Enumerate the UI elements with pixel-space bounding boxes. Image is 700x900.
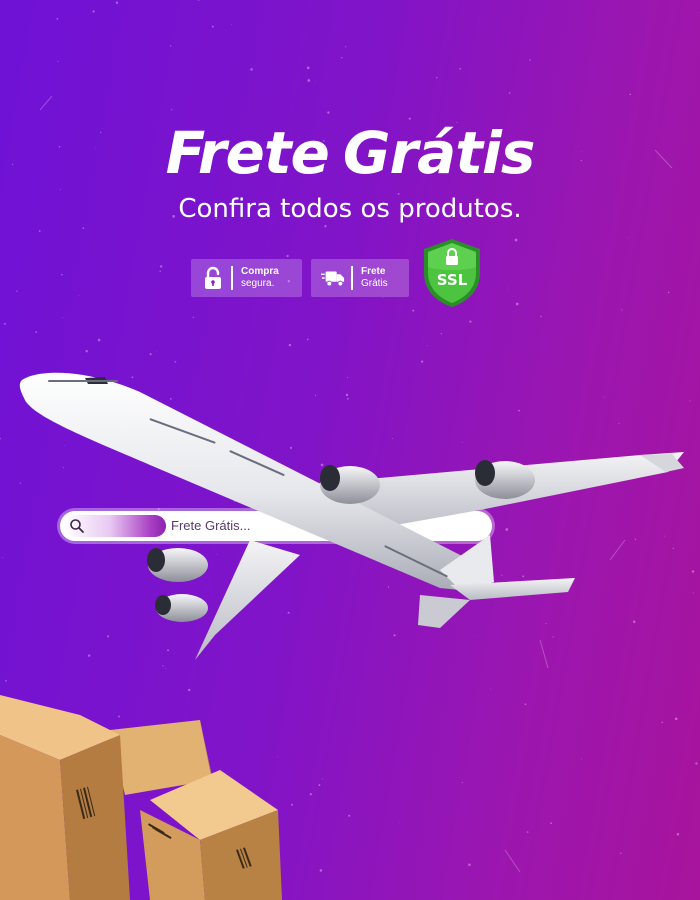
airplane-image bbox=[19, 372, 684, 660]
speckle bbox=[698, 12, 700, 14]
badge-divider bbox=[231, 266, 233, 290]
speckle bbox=[250, 68, 253, 71]
speckle bbox=[318, 784, 321, 787]
speckle bbox=[162, 665, 164, 667]
speckle bbox=[286, 254, 289, 258]
speckle bbox=[469, 320, 472, 323]
secure-purchase-line2: segura. bbox=[241, 278, 275, 289]
speckle bbox=[321, 778, 323, 780]
speckle bbox=[78, 294, 80, 296]
speckle bbox=[306, 66, 310, 70]
title-word-frete: Frete bbox=[165, 119, 330, 187]
free-shipping-text: Frete Grátis bbox=[361, 266, 388, 290]
speckle bbox=[490, 688, 491, 690]
speckle bbox=[165, 668, 167, 670]
speckle bbox=[550, 822, 552, 825]
free-shipping-badge: Frete Grátis bbox=[311, 259, 409, 297]
secure-purchase-line1: Compra bbox=[241, 266, 279, 277]
secure-purchase-text: Compra segura. bbox=[241, 266, 279, 290]
speckle bbox=[540, 315, 542, 318]
speckle bbox=[676, 832, 680, 836]
speckle bbox=[160, 265, 163, 268]
speckle bbox=[3, 322, 6, 325]
speckle bbox=[169, 45, 172, 47]
speckle bbox=[115, 1, 119, 4]
speckle bbox=[231, 24, 232, 26]
speckle bbox=[155, 350, 157, 352]
speckle bbox=[529, 59, 531, 61]
speckle bbox=[314, 80, 316, 82]
speckle bbox=[159, 270, 161, 273]
speckle bbox=[319, 869, 323, 872]
speckle bbox=[59, 189, 61, 190]
speckle bbox=[5, 679, 7, 682]
speckle bbox=[674, 717, 678, 721]
speckle bbox=[621, 309, 623, 311]
speckle bbox=[461, 782, 463, 784]
speckle bbox=[515, 302, 519, 306]
speckle bbox=[149, 353, 152, 356]
speckle bbox=[192, 316, 194, 319]
free-shipping-line1: Frete bbox=[361, 266, 386, 277]
speckle bbox=[412, 309, 415, 312]
speckle bbox=[627, 237, 628, 239]
speckle bbox=[468, 863, 471, 866]
speckle bbox=[695, 762, 698, 765]
ssl-shield-icon: SSL bbox=[424, 239, 480, 307]
speckle bbox=[35, 331, 38, 333]
badge-divider bbox=[351, 266, 353, 290]
speckle bbox=[62, 317, 63, 318]
padlock-icon bbox=[201, 266, 225, 290]
free-shipping-banner: Frete Grátis Confira todos os produtos. C… bbox=[0, 0, 700, 900]
speckle bbox=[171, 109, 173, 111]
speckle bbox=[306, 338, 309, 341]
speckle bbox=[97, 338, 101, 342]
speckle bbox=[82, 227, 85, 230]
speckle bbox=[629, 93, 631, 96]
speckle bbox=[288, 343, 292, 347]
speckle bbox=[348, 814, 351, 817]
speckle bbox=[85, 349, 88, 353]
cardboard-boxes-image bbox=[0, 695, 282, 900]
speckle bbox=[92, 10, 95, 13]
page-subtitle: Confira todos os produtos. bbox=[178, 194, 522, 224]
speckle bbox=[61, 273, 63, 276]
speckle bbox=[620, 852, 622, 854]
speckle bbox=[327, 111, 330, 114]
speckle bbox=[57, 61, 59, 62]
speckle bbox=[398, 821, 400, 823]
speckle bbox=[581, 758, 582, 760]
page-title: Frete Grátis bbox=[0, 118, 700, 188]
speckle bbox=[526, 831, 529, 833]
speckle bbox=[459, 68, 462, 70]
speckle bbox=[524, 703, 527, 706]
speckle bbox=[38, 230, 41, 232]
ssl-text: SSL bbox=[437, 271, 468, 289]
speckle bbox=[345, 46, 347, 48]
speckle bbox=[508, 92, 511, 94]
speckle bbox=[307, 79, 311, 82]
speckle bbox=[426, 345, 428, 347]
title-word-gratis: Grátis bbox=[342, 119, 535, 187]
speckle bbox=[661, 721, 663, 724]
speckle bbox=[440, 332, 442, 335]
speckle bbox=[514, 238, 518, 242]
speckle bbox=[197, 0, 200, 1]
secure-purchase-badge: Compra segura. bbox=[191, 259, 302, 297]
speckle bbox=[16, 290, 18, 292]
speckle bbox=[507, 287, 508, 289]
speckle bbox=[436, 76, 438, 79]
free-shipping-line2: Grátis bbox=[361, 278, 388, 289]
speckle bbox=[667, 291, 670, 294]
speckle bbox=[309, 793, 312, 796]
speckle bbox=[56, 18, 59, 20]
speckle bbox=[341, 57, 343, 59]
speckle bbox=[211, 25, 214, 28]
delivery-truck-icon bbox=[321, 266, 345, 290]
